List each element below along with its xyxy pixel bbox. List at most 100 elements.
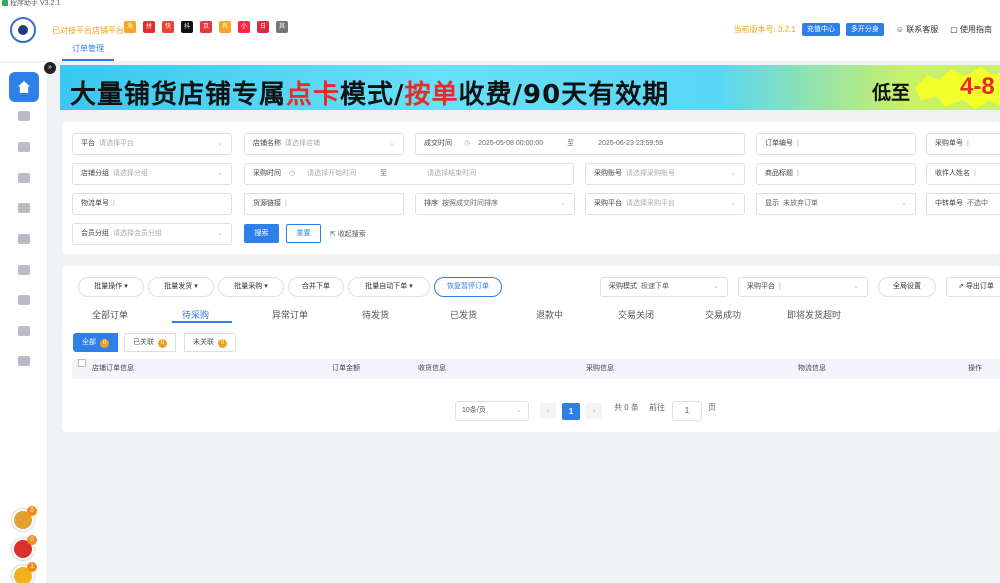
field-divider: | bbox=[797, 170, 799, 177]
tab-all-orders[interactable]: 全部订单 bbox=[92, 308, 128, 321]
message-icon[interactable] bbox=[18, 295, 30, 305]
collapse-sidebar-icon[interactable]: » bbox=[44, 62, 56, 74]
segment-all[interactable]: 全部 0 bbox=[73, 333, 118, 352]
field-label: 成交时间 bbox=[424, 140, 452, 147]
page-size-select[interactable]: 10条/页 ⌄ bbox=[455, 401, 529, 421]
platform-icon[interactable]: 日 bbox=[257, 21, 269, 33]
store-icon[interactable] bbox=[18, 234, 30, 244]
platform-icon[interactable]: 京 bbox=[200, 21, 212, 33]
app-logo-icon bbox=[10, 17, 36, 43]
recover-paused-orders-button[interactable]: 恢复暂停订单 bbox=[434, 277, 502, 297]
settings-icon[interactable] bbox=[18, 356, 30, 366]
purchase-platform-select[interactable]: 采购平台 请选择采购平台 ⌄ bbox=[585, 193, 745, 215]
field-divider: | bbox=[974, 170, 976, 177]
cloud-icon[interactable] bbox=[18, 203, 30, 213]
sidebar: 0 0 1 bbox=[0, 63, 48, 583]
purchase-platform-select-2[interactable]: 采购平台 | ⌄ bbox=[738, 277, 868, 297]
field-label: 采购平台 bbox=[594, 200, 622, 207]
merge-order-button[interactable]: 合并下单 bbox=[288, 277, 344, 297]
receiver-input[interactable]: 收件人姓名 | bbox=[926, 163, 1000, 185]
show-select[interactable]: 显示 未放弃订单 ⌄ bbox=[756, 193, 916, 215]
banner-part2: 点卡 bbox=[286, 80, 341, 110]
purchase-mode-select[interactable]: 采购模式 极速下单 ⌄ bbox=[600, 277, 728, 297]
badge: 0 bbox=[27, 535, 37, 545]
platform-icon[interactable]: 小 bbox=[238, 21, 250, 33]
segment-label: 未关联 bbox=[193, 339, 214, 346]
next-page-button[interactable]: › bbox=[586, 403, 602, 419]
purchase-time-range[interactable]: 采购时间 ◷ 请选择开始时间 至 请选择结束时间 bbox=[244, 163, 574, 185]
batch-operation-label: 批量操作 bbox=[94, 283, 123, 290]
segment-linked[interactable]: 已关联 0 bbox=[124, 333, 176, 352]
recharge-button[interactable]: 充值中心 bbox=[801, 23, 840, 36]
users-icon[interactable] bbox=[18, 173, 30, 183]
shop-select[interactable]: 店铺名称 请选择店铺 ⌄ bbox=[244, 133, 404, 155]
tab-refunding[interactable]: 退款中 bbox=[536, 308, 563, 321]
logistics-no-input[interactable]: 物流单号 | bbox=[72, 193, 232, 215]
platform-icon[interactable]: 淘 bbox=[124, 21, 136, 33]
product-icon[interactable] bbox=[18, 142, 30, 152]
notice-float-button[interactable]: 0 bbox=[12, 506, 37, 531]
search-button[interactable]: 搜索 bbox=[244, 224, 279, 243]
purchase-no-input[interactable]: 采购单号 | bbox=[926, 133, 1000, 155]
batch-auto-order-button[interactable]: 批量自动下单 ▾ bbox=[348, 277, 430, 297]
deal-time-range[interactable]: 成交时间 ◷ 2025-05-08 00:00:00 至 2025-06-23 23:5… bbox=[415, 133, 745, 155]
platform-icon[interactable]: 抖 bbox=[181, 21, 193, 33]
platform-icon[interactable]: 快 bbox=[162, 21, 174, 33]
order-icon[interactable] bbox=[18, 111, 30, 121]
batch-operation-button[interactable]: 批量操作 ▾ bbox=[78, 277, 144, 297]
current-page[interactable]: 1 bbox=[562, 403, 580, 420]
source-link-input[interactable]: 货源链接 | bbox=[244, 193, 404, 215]
chevron-down-icon: ⌄ bbox=[713, 283, 719, 290]
export-icon: ⇗ bbox=[958, 283, 964, 290]
version-text: 当前版本号: 3.2.1 bbox=[733, 25, 796, 34]
chart-icon[interactable] bbox=[18, 265, 30, 275]
window-titlebar: 程序助手 V3.2.1 bbox=[0, 0, 1000, 8]
goto-page-input[interactable]: 1 bbox=[672, 401, 702, 421]
tab-abnormal[interactable]: 异常订单 bbox=[272, 308, 308, 321]
select-all-checkbox[interactable] bbox=[78, 359, 86, 367]
reset-button[interactable]: 重置 bbox=[286, 224, 321, 243]
platform-icon[interactable]: 拼 bbox=[143, 21, 155, 33]
segment-count: 0 bbox=[158, 339, 167, 348]
manual-link[interactable]: ▢ 使用指南 bbox=[950, 24, 992, 35]
field-placeholder: 请选择分组 bbox=[113, 170, 148, 177]
tab-ship-timeout[interactable]: 即将发货超时 bbox=[787, 308, 841, 321]
relay-order-select[interactable]: 中转单号 不选中 bbox=[926, 193, 1000, 215]
batch-purchase-button[interactable]: 批量采购 ▾ bbox=[218, 277, 284, 297]
order-no-input[interactable]: 订单编号 | bbox=[756, 133, 916, 155]
tab-success[interactable]: 交易成功 bbox=[705, 308, 741, 321]
platform-icon-list: 淘拼快抖京有小日其 bbox=[124, 21, 288, 33]
collapse-search-link[interactable]: ⇱ 收起搜索 bbox=[330, 229, 366, 239]
platform-icon[interactable]: 有 bbox=[219, 21, 231, 33]
field-divider: | bbox=[779, 283, 781, 290]
prev-page-button[interactable]: ‹ bbox=[540, 403, 556, 419]
export-orders-button[interactable]: ⇗ 导出订单 bbox=[946, 277, 1000, 297]
home-icon[interactable] bbox=[9, 72, 39, 102]
promo-banner[interactable]: 大量铺货店铺专属点卡模式/按单收费/90天有效期 低至 4-8 元 bbox=[60, 65, 1000, 110]
contact-link[interactable]: ☺ 联系客服 bbox=[896, 24, 938, 35]
member-group-select[interactable]: 会员分组 请选择会员分组 ⌄ bbox=[72, 223, 232, 245]
multi-open-button[interactable]: 多开分身 bbox=[845, 23, 884, 36]
sort-select[interactable]: 排序 按照成交时间排序 ⌄ bbox=[415, 193, 575, 215]
tab-pending-ship[interactable]: 待发货 bbox=[362, 308, 389, 321]
batch-ship-button[interactable]: 批量发货 ▾ bbox=[148, 277, 214, 297]
tab-pending-purchase[interactable]: 待采购 bbox=[182, 308, 209, 321]
total-count: 共 0 条 bbox=[614, 403, 639, 412]
platform-icon[interactable]: 其 bbox=[276, 21, 288, 33]
tab-closed[interactable]: 交易关闭 bbox=[618, 308, 654, 321]
col-purchase: 采购信息 bbox=[586, 365, 614, 372]
shop-group-select[interactable]: 店铺分组 请选择分组 ⌄ bbox=[72, 163, 232, 185]
tab-order-manage[interactable]: 订单管理 bbox=[62, 41, 114, 61]
segment-unlinked[interactable]: 未关联 0 bbox=[184, 333, 236, 352]
banner-price: 4-8 bbox=[960, 73, 995, 100]
platform-text[interactable]: 已对接平台店铺平台 bbox=[52, 25, 124, 36]
truck-float-button[interactable]: 0 bbox=[12, 535, 37, 560]
chevron-down-icon: ⌄ bbox=[217, 230, 223, 237]
purchase-account-select[interactable]: 采购账号 请选择采购账号 ⌄ bbox=[585, 163, 745, 185]
tab-shipped[interactable]: 已发货 bbox=[450, 308, 477, 321]
warning-float-button[interactable]: 1 bbox=[12, 562, 37, 583]
platform-select[interactable]: 平台 请选择平台 ⌄ bbox=[72, 133, 232, 155]
network-icon[interactable] bbox=[18, 326, 30, 336]
item-title-input[interactable]: 商品标题 | bbox=[756, 163, 916, 185]
global-settings-button[interactable]: 全局设置 bbox=[878, 277, 936, 297]
